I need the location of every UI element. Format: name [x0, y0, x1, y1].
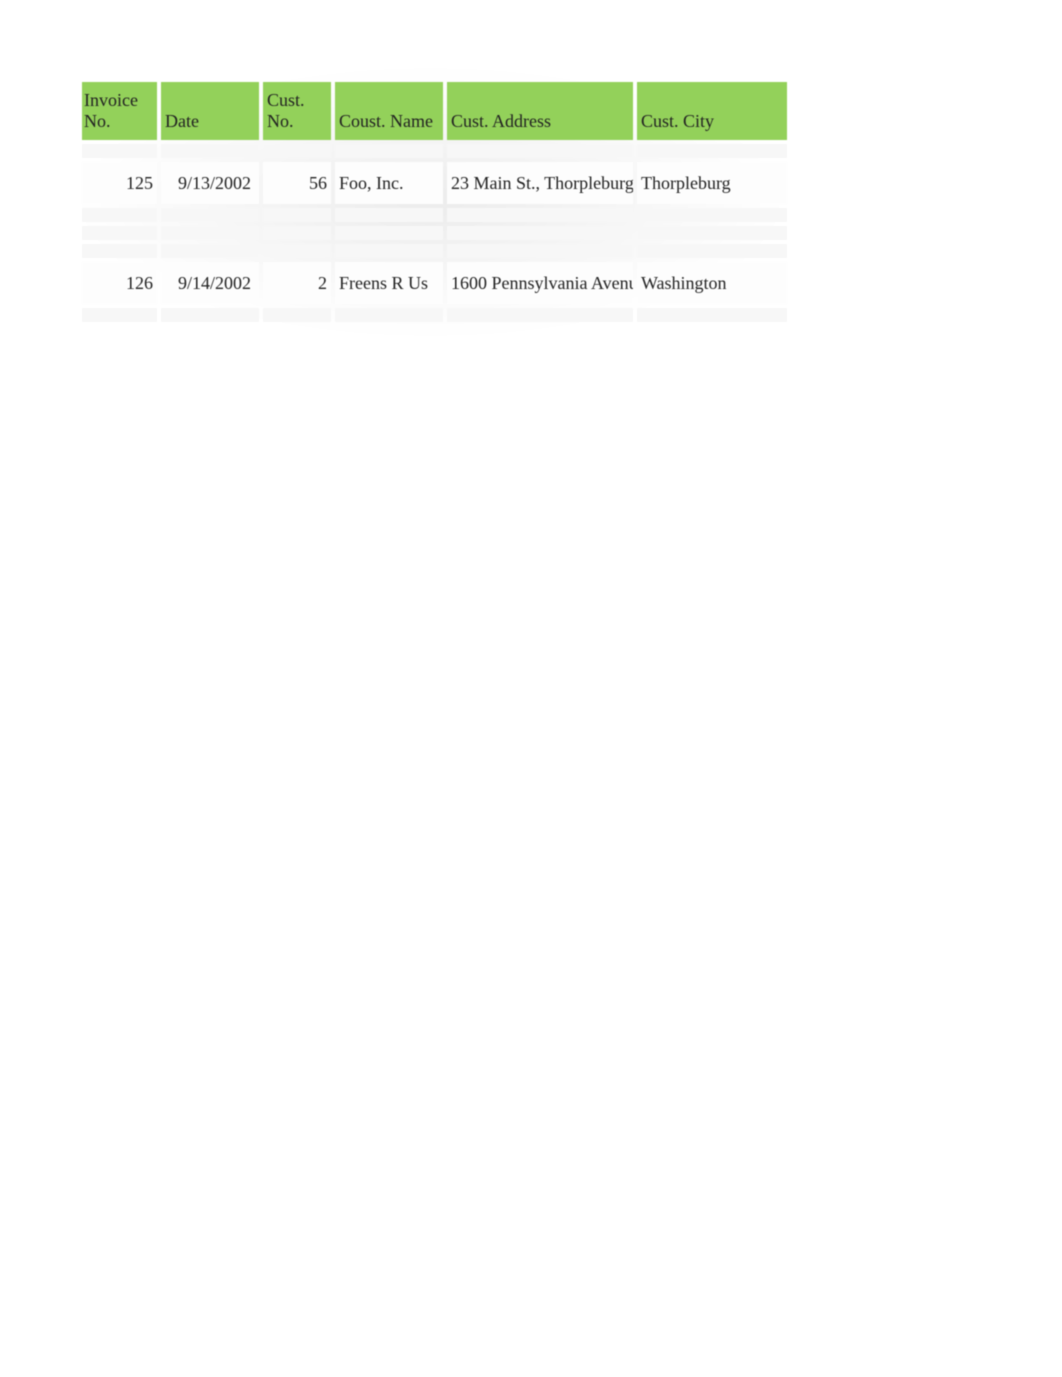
cell-empty [161, 244, 259, 258]
cell-empty [263, 226, 331, 240]
cell-cust-no: 2 [263, 262, 331, 304]
cell-empty [263, 144, 331, 158]
invoice-table-container: Invoice No. Date Cust. No. Coust. Name C… [78, 78, 783, 326]
header-date: Date [161, 82, 259, 140]
cell-empty [82, 308, 157, 322]
cell-empty [263, 244, 331, 258]
table-row: 125 9/13/2002 56 Foo, Inc. 23 Main St., … [82, 162, 787, 204]
cell-empty [161, 308, 259, 322]
cell-empty [335, 144, 443, 158]
cell-empty [82, 244, 157, 258]
cell-empty [637, 208, 787, 222]
cell-empty [637, 144, 787, 158]
cell-cust-name: Foo, Inc. [335, 162, 443, 204]
cell-empty [637, 226, 787, 240]
cell-empty [335, 244, 443, 258]
cell-empty [637, 308, 787, 322]
cell-cust-no: 56 [263, 162, 331, 204]
cell-invoice-no: 126 [82, 262, 157, 304]
cell-empty [82, 208, 157, 222]
table-row-empty [82, 208, 787, 222]
cell-empty [263, 308, 331, 322]
cell-empty [447, 244, 633, 258]
table-row: 126 9/14/2002 2 Freens R Us 1600 Pennsyl… [82, 262, 787, 304]
cell-empty [161, 226, 259, 240]
cell-date: 9/13/2002 [161, 162, 259, 204]
cell-empty [161, 208, 259, 222]
header-cust-address: Cust. Address [447, 82, 633, 140]
cell-empty [82, 226, 157, 240]
table-row-empty [82, 308, 787, 322]
cell-cust-city: Thorpleburg [637, 162, 787, 204]
cell-empty [447, 308, 633, 322]
cell-invoice-no: 125 [82, 162, 157, 204]
cell-empty [263, 208, 331, 222]
header-cust-city: Cust. City [637, 82, 787, 140]
cell-empty [82, 144, 157, 158]
cell-empty [335, 308, 443, 322]
cell-empty [335, 226, 443, 240]
table-row-empty [82, 226, 787, 240]
table-header-row: Invoice No. Date Cust. No. Coust. Name C… [82, 82, 787, 140]
cell-empty [335, 208, 443, 222]
cell-empty [161, 144, 259, 158]
cell-cust-address: 23 Main St., Thorpleburg [447, 162, 633, 204]
header-invoice-no: Invoice No. [82, 82, 157, 140]
table-row-empty [82, 144, 787, 158]
header-cust-no: Cust. No. [263, 82, 331, 140]
cell-date: 9/14/2002 [161, 262, 259, 304]
table-row-empty [82, 244, 787, 258]
cell-empty [447, 208, 633, 222]
cell-cust-city: Washington [637, 262, 787, 304]
cell-empty [447, 144, 633, 158]
cell-empty [637, 244, 787, 258]
cell-cust-address: 1600 Pennsylvania Avenue [447, 262, 633, 304]
cell-cust-name: Freens R Us [335, 262, 443, 304]
invoice-table: Invoice No. Date Cust. No. Coust. Name C… [78, 78, 791, 326]
cell-empty [447, 226, 633, 240]
header-cust-name: Coust. Name [335, 82, 443, 140]
